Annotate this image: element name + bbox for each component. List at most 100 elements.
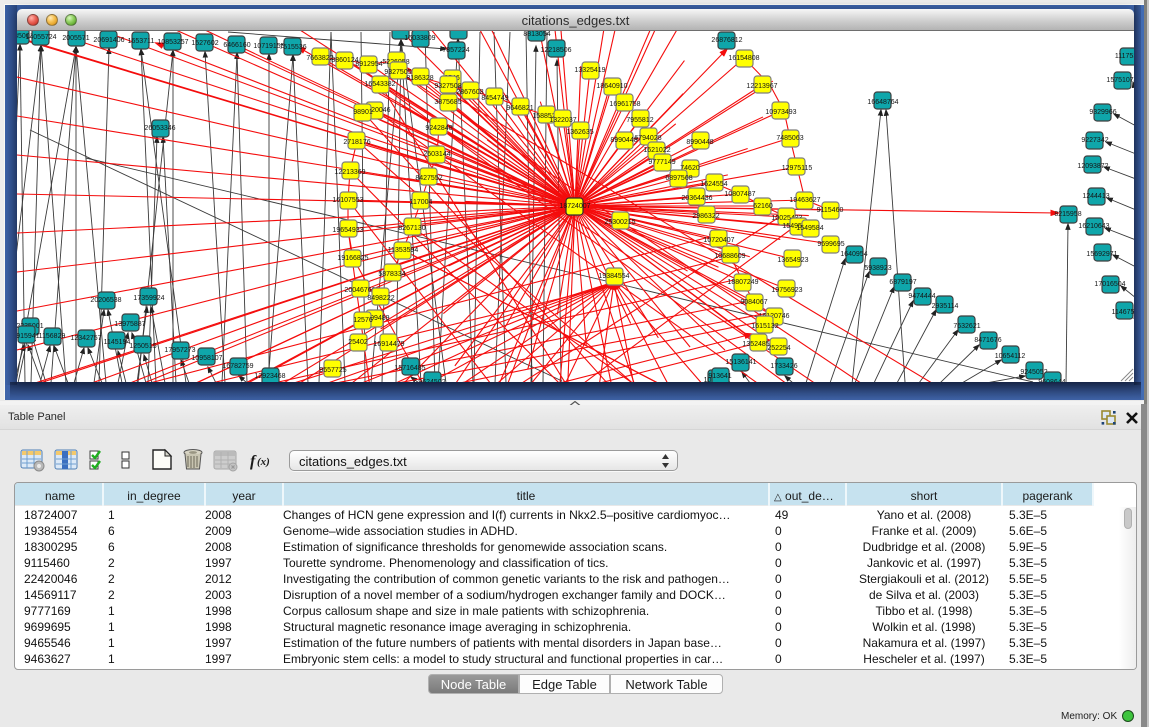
svg-text:16210643: 16210643 [1078, 223, 1109, 230]
svg-text:8471676: 8471676 [974, 337, 1001, 344]
svg-text:12213369: 12213369 [334, 169, 365, 176]
svg-text:10720407: 10720407 [703, 237, 734, 244]
svg-text:18640910: 18640910 [596, 83, 627, 90]
svg-text:(x): (x) [257, 456, 270, 468]
svg-text:98901: 98901 [353, 109, 373, 116]
svg-text:7663822: 7663822 [306, 55, 333, 62]
svg-text:20691406: 20691406 [93, 37, 124, 44]
svg-text:25300215: 25300215 [604, 219, 635, 226]
svg-text:13325419: 13325419 [574, 67, 605, 74]
svg-text:8454749: 8454749 [481, 95, 508, 102]
svg-text:9474444: 9474444 [908, 293, 935, 300]
svg-text:2718176: 2718176 [343, 139, 370, 146]
svg-text:3915941: 3915941 [17, 333, 40, 340]
svg-text:6897568: 6897568 [665, 175, 692, 182]
svg-text:10853257: 10853257 [157, 39, 188, 46]
svg-text:9657725: 9657725 [319, 367, 346, 374]
svg-text:10973493: 10973493 [765, 109, 796, 116]
svg-text:25402: 25402 [348, 339, 368, 346]
svg-text:13975887: 13975887 [114, 321, 145, 328]
svg-text:9608644: 9608644 [1038, 379, 1065, 382]
svg-text:16033809: 16033809 [404, 35, 435, 42]
svg-text:8186328: 8186328 [406, 75, 433, 82]
svg-text:16961758: 16961758 [609, 101, 640, 108]
svg-text:12923468: 12923468 [254, 373, 285, 380]
svg-text:10958107: 10958107 [191, 355, 222, 362]
svg-text:7485063: 7485063 [776, 135, 803, 142]
svg-text:18807249: 18807249 [727, 279, 758, 286]
svg-text:913641: 913641 [708, 373, 731, 380]
svg-text:1621022: 1621022 [643, 147, 670, 154]
svg-text:26053346: 26053346 [144, 125, 175, 132]
svg-text:19463627: 19463627 [789, 197, 820, 204]
svg-text:12093872: 12093872 [1077, 163, 1108, 170]
svg-text:8912954: 8912954 [355, 61, 382, 68]
svg-text:1117534: 1117534 [1115, 53, 1134, 60]
svg-text:12218506: 12218506 [540, 47, 571, 54]
svg-text:5878334: 5878334 [378, 271, 405, 278]
svg-text:9227342: 9227342 [1081, 137, 1108, 144]
svg-text:15716485: 15716485 [394, 365, 425, 372]
svg-text:6466160: 6466160 [223, 42, 250, 49]
svg-text:1733426: 1733426 [770, 363, 797, 370]
svg-text:1624554: 1624554 [700, 181, 727, 188]
svg-text:2867608: 2867608 [456, 89, 483, 96]
svg-text:1615132: 1615132 [751, 323, 778, 330]
svg-text:f: f [250, 453, 257, 470]
svg-text:15751074: 15751074 [1106, 77, 1134, 84]
svg-text:15136141: 15136141 [725, 359, 756, 366]
svg-text:9646821: 9646821 [506, 105, 533, 112]
svg-text:8427552: 8427552 [415, 175, 442, 182]
svg-text:17359924: 17359924 [133, 295, 164, 302]
svg-text:7515536: 7515536 [279, 44, 306, 51]
svg-text:1640954: 1640954 [840, 251, 867, 258]
svg-text:19756923: 19756923 [771, 287, 802, 294]
svg-text:117004: 117004 [410, 199, 433, 206]
svg-text:2935114: 2935114 [932, 303, 959, 310]
svg-text:7632621: 7632621 [953, 323, 980, 330]
svg-text:16648764: 16648764 [867, 99, 898, 106]
svg-text:62160: 62160 [753, 203, 773, 210]
svg-text:1549584: 1549584 [796, 225, 823, 232]
svg-text:1145194: 1145194 [104, 339, 131, 346]
svg-text:6879197: 6879197 [889, 279, 916, 286]
svg-text:10688609: 10688609 [714, 253, 745, 260]
svg-text:9699695: 9699695 [817, 241, 844, 248]
svg-text:8990448: 8990448 [686, 139, 713, 146]
svg-text:1146753: 1146753 [1112, 309, 1134, 316]
svg-text:11353594: 11353594 [388, 247, 419, 254]
svg-text:2986322: 2986322 [692, 213, 719, 220]
svg-text:8498222: 8498222 [367, 295, 394, 302]
svg-text:20046766: 20046766 [344, 287, 375, 294]
svg-text:8215958: 8215958 [1054, 211, 1081, 218]
svg-text:18724007: 18724007 [559, 203, 590, 210]
svg-text:9624502: 9624502 [418, 379, 445, 382]
svg-text:8813054: 8813054 [523, 31, 550, 38]
svg-text:6794028: 6794028 [634, 135, 661, 142]
svg-text:1244413: 1244413 [1082, 193, 1109, 200]
svg-text:16543382: 16543382 [364, 81, 395, 88]
svg-text:12213967: 12213967 [746, 83, 777, 90]
svg-text:12576: 12576 [353, 317, 373, 324]
svg-text:5938923: 5938923 [864, 265, 891, 272]
svg-text:9329966: 9329966 [1089, 109, 1116, 116]
svg-text:1362635: 1362635 [566, 129, 593, 136]
svg-text:1156829: 1156829 [39, 333, 66, 340]
svg-text:9777149: 9777149 [648, 159, 675, 166]
svg-text:16107553: 16107553 [332, 197, 363, 204]
svg-text:12975115: 12975115 [782, 165, 813, 172]
svg-text:19384554: 19384554 [598, 273, 629, 280]
svg-text:1250515: 1250515 [129, 343, 156, 350]
svg-text:16782759: 16782759 [222, 363, 253, 370]
svg-text:10654112: 10654112 [995, 353, 1026, 360]
svg-text:26876812: 26876812 [711, 37, 742, 44]
svg-text:252254: 252254 [767, 345, 790, 352]
svg-text:13654923: 13654923 [777, 257, 808, 264]
svg-text:20206538: 20206538 [90, 297, 121, 304]
svg-text:7955812: 7955812 [626, 117, 653, 124]
svg-text:7857224: 7857224 [442, 47, 469, 54]
svg-text:14055724: 14055724 [25, 34, 56, 41]
svg-text:19654933: 19654933 [332, 227, 363, 234]
svg-text:1527602: 1527602 [191, 40, 218, 47]
svg-text:10807487: 10807487 [724, 191, 755, 198]
